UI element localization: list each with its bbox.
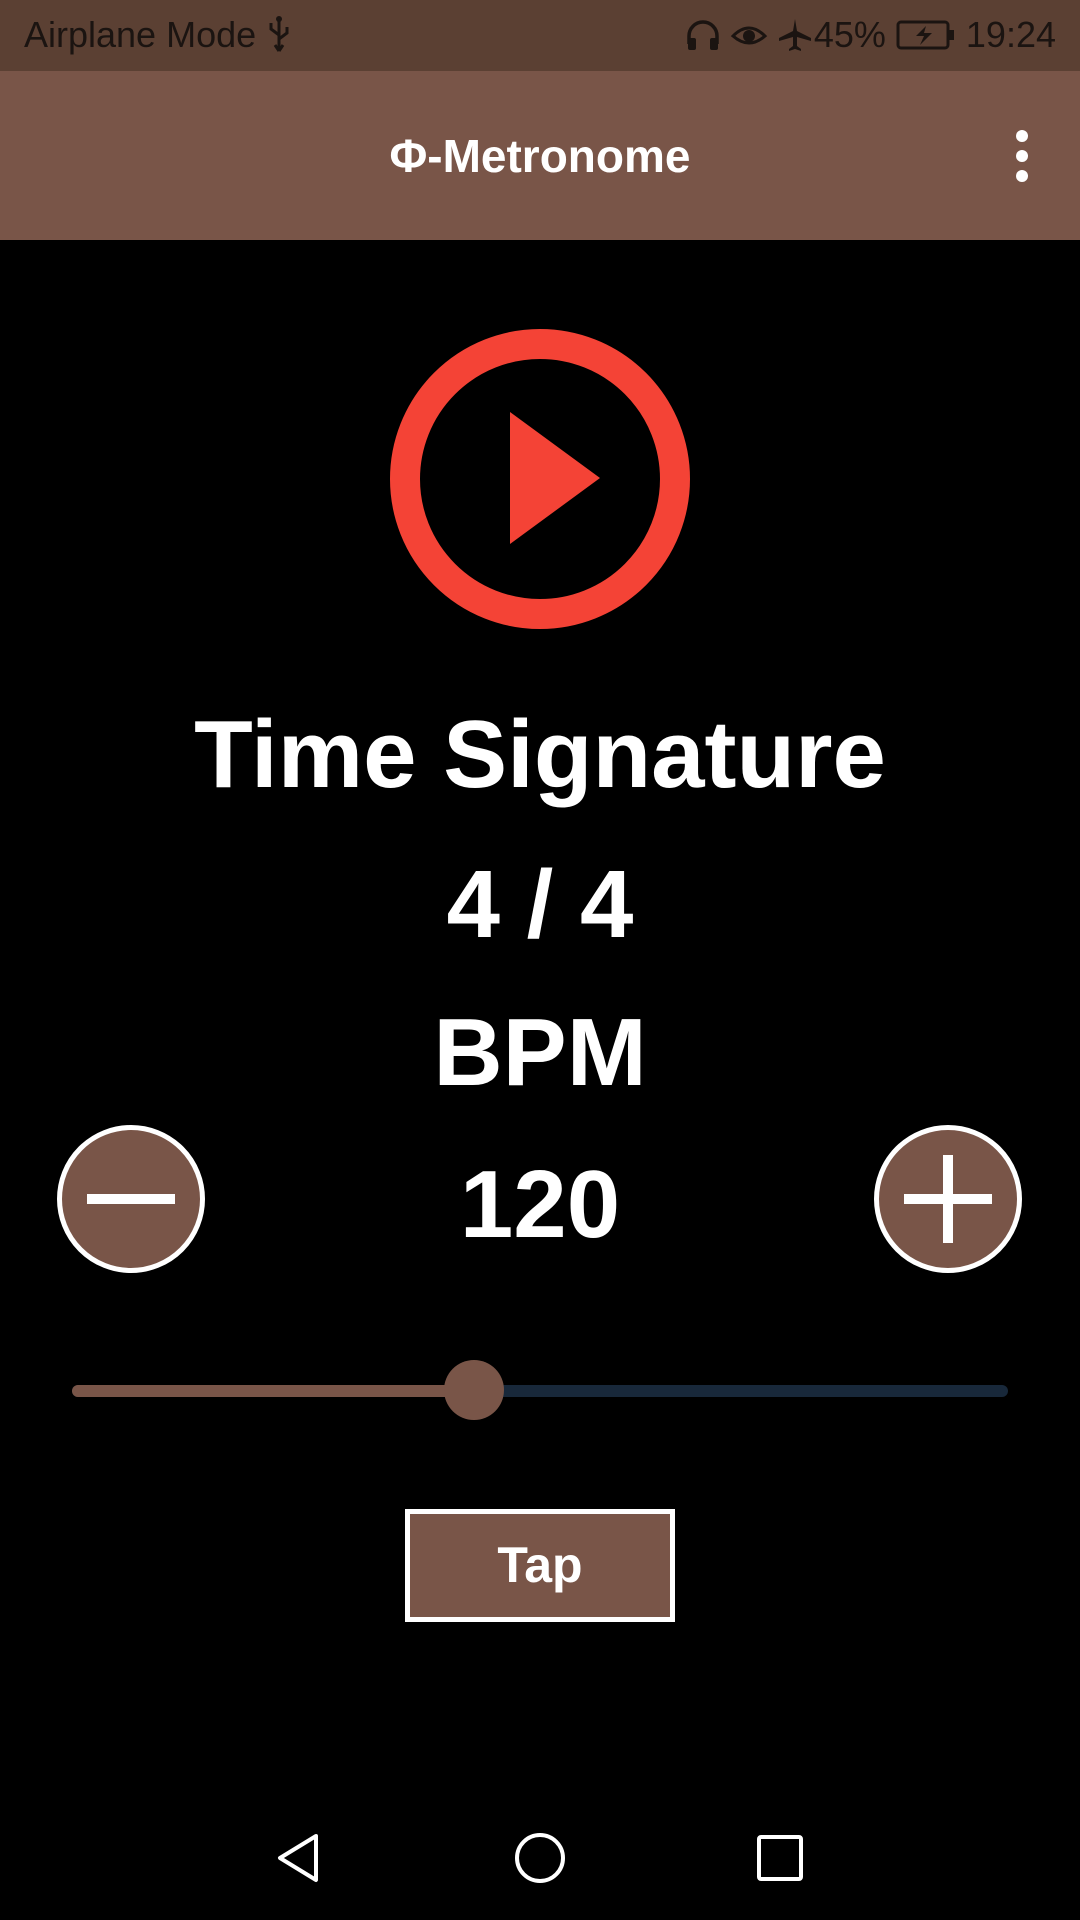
status-right: 45% 19:24: [676, 14, 1056, 56]
more-vertical-icon[interactable]: [994, 126, 1050, 186]
airplane-icon: [778, 19, 811, 51]
minus-icon: [87, 1194, 175, 1204]
slider-thumb[interactable]: [444, 1360, 504, 1420]
eye-icon: [730, 26, 768, 45]
back-icon[interactable]: [268, 1828, 328, 1888]
battery-percent: 45%: [813, 14, 886, 55]
status-time: 19:24: [965, 14, 1056, 55]
status-bar: Airplane Mode 45% 19:24: [0, 0, 1080, 71]
status-left: Airplane Mode: [24, 14, 294, 56]
play-circle-icon[interactable]: [390, 329, 690, 629]
screen: Airplane Mode 45% 19:24 Φ-Metronome Time…: [0, 0, 1080, 1920]
usb-icon: [269, 16, 289, 52]
app-title: Φ-Metronome: [389, 130, 691, 182]
navigation-bar: [0, 1788, 1080, 1920]
headphones-icon: [687, 20, 719, 50]
battery-charging-icon: [896, 20, 954, 50]
time-signature-label: Time Signature: [194, 701, 886, 808]
increase-bpm-button[interactable]: [874, 1125, 1022, 1273]
recents-icon[interactable]: [750, 1828, 810, 1888]
time-signature-value[interactable]: 4 / 4: [0, 850, 1080, 960]
decrease-bpm-button[interactable]: [57, 1125, 205, 1273]
home-icon[interactable]: [510, 1828, 570, 1888]
airplane-mode-text: Airplane Mode: [24, 14, 257, 55]
tap-button[interactable]: Tap: [405, 1509, 675, 1622]
plus-icon: [904, 1155, 992, 1243]
bpm-label: BPM: [433, 999, 647, 1106]
slider-fill: [72, 1385, 474, 1397]
app-bar: Φ-Metronome: [0, 71, 1080, 240]
bpm-slider[interactable]: [72, 1360, 1008, 1420]
